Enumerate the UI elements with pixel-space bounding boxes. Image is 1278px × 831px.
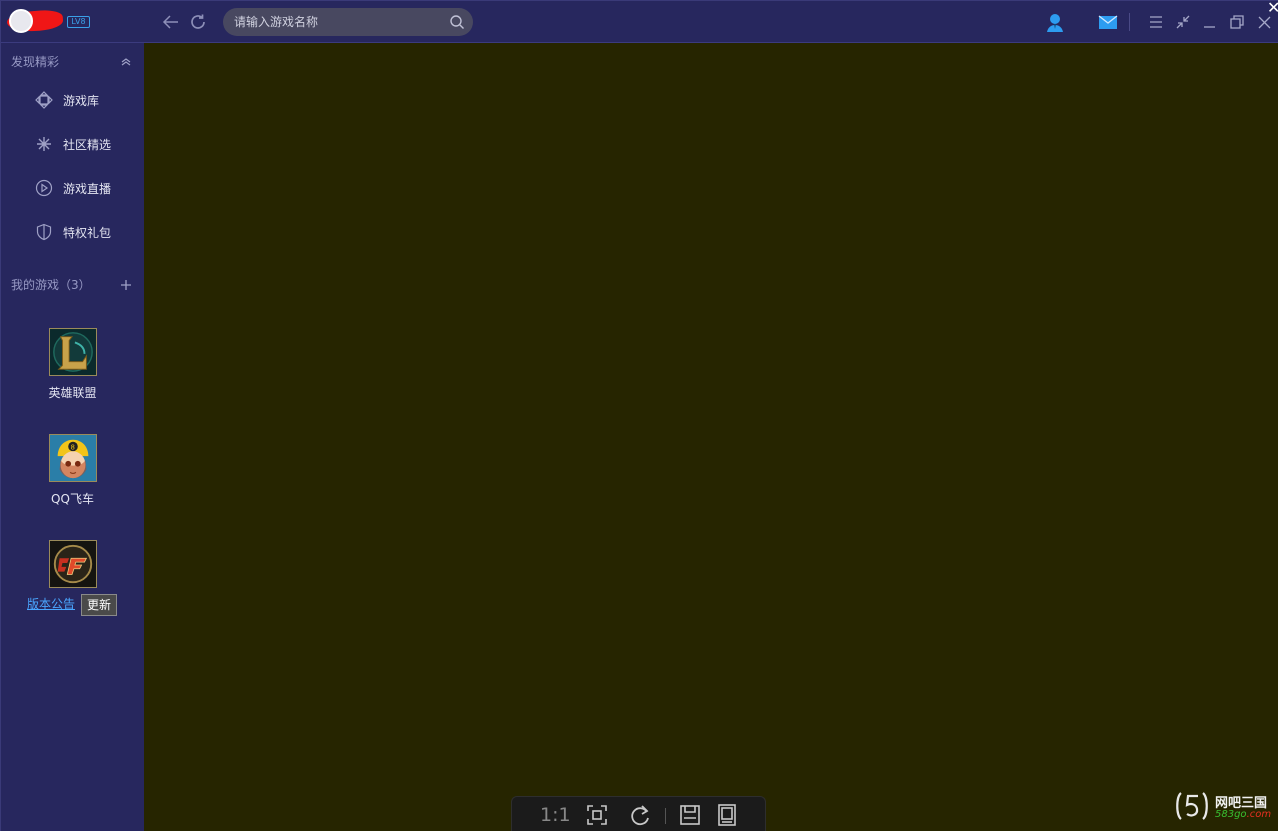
watermark-domain-main: 583go [1215, 809, 1247, 820]
sidebar-item-game-library[interactable]: 游戏库 [1, 82, 144, 118]
game-search-input[interactable] [234, 12, 439, 32]
collapse-chevron-icon[interactable] [119, 54, 133, 68]
toolbar-divider [1129, 13, 1130, 31]
save-icon[interactable] [678, 803, 702, 827]
sidebar-item-label: 游戏直播 [63, 182, 112, 196]
discover-section-heading: 发现精彩 [11, 55, 60, 69]
crossfire-icon[interactable] [49, 540, 97, 588]
customer-service-icon[interactable] [1044, 11, 1066, 33]
update-button[interactable]: 更新 [81, 594, 117, 616]
svg-text:8: 8 [71, 443, 75, 451]
watermark-domain: 583go.com [1215, 809, 1271, 820]
play-circle-icon [35, 179, 53, 197]
sidebar-item-community[interactable]: 社区精选 [1, 126, 144, 162]
search-icon[interactable] [449, 14, 465, 30]
user-level-badge: LV8 [67, 16, 90, 28]
actual-size-button[interactable]: 1:1 [540, 804, 571, 826]
fit-to-window-icon[interactable] [585, 803, 609, 827]
restore-icon[interactable] [1225, 11, 1247, 33]
league-of-legends-icon[interactable] [49, 328, 97, 376]
viewer-toolbar-divider [665, 808, 666, 824]
title-bar: LV8 请输入游戏名称 ✕ [1, 0, 1278, 43]
sidebar-item-label: 社区精选 [63, 138, 112, 152]
mail-icon[interactable] [1097, 11, 1119, 33]
avatar-image [9, 9, 33, 33]
version-notice-link[interactable]: 版本公告 [27, 595, 75, 612]
main-content-area [144, 43, 1278, 831]
user-avatar[interactable] [6, 8, 64, 34]
qq-speed-icon[interactable]: 8 [49, 434, 97, 482]
game-center-window: LV8 请输入游戏名称 ✕ 发现精彩 游戏库 社区精选 游戏直播 特权礼包 我的… [0, 0, 1278, 831]
game-label: 英雄联盟 [48, 386, 97, 400]
shield-icon [35, 223, 53, 241]
game-label: QQ飞车 [51, 492, 94, 506]
fullscreen-icon[interactable] [715, 803, 739, 827]
add-game-icon[interactable] [119, 277, 133, 291]
mini-mode-icon[interactable] [1172, 11, 1194, 33]
minimize-icon[interactable] [1198, 11, 1220, 33]
sidebar-item-gift-pack[interactable]: 特权礼包 [1, 214, 144, 250]
my-games-heading: 我的游戏（3） [11, 278, 91, 292]
watermark-logo-icon [1173, 787, 1211, 825]
sidebar-item-live[interactable]: 游戏直播 [1, 170, 144, 206]
sidebar-item-label: 特权礼包 [63, 226, 112, 240]
game-search-box[interactable] [223, 8, 473, 36]
diamond-arrows-icon [35, 91, 53, 109]
menu-icon[interactable] [1145, 11, 1167, 33]
watermark-domain-suffix: .com [1246, 809, 1272, 820]
sidebar-item-label: 游戏库 [63, 94, 100, 108]
viewer-close-icon[interactable]: ✕ [1267, 0, 1278, 16]
refresh-icon[interactable] [187, 11, 209, 33]
image-viewer-toolbar: 1:1 [511, 796, 766, 831]
site-watermark: 网吧三国 583go.com [1173, 787, 1277, 827]
sidebar: 发现精彩 游戏库 社区精选 游戏直播 特权礼包 我的游戏（3） 英雄联盟 8 Q… [1, 43, 144, 831]
asterisk-icon [35, 135, 53, 153]
back-arrow-icon[interactable] [160, 11, 182, 33]
rotate-icon[interactable] [629, 803, 653, 827]
